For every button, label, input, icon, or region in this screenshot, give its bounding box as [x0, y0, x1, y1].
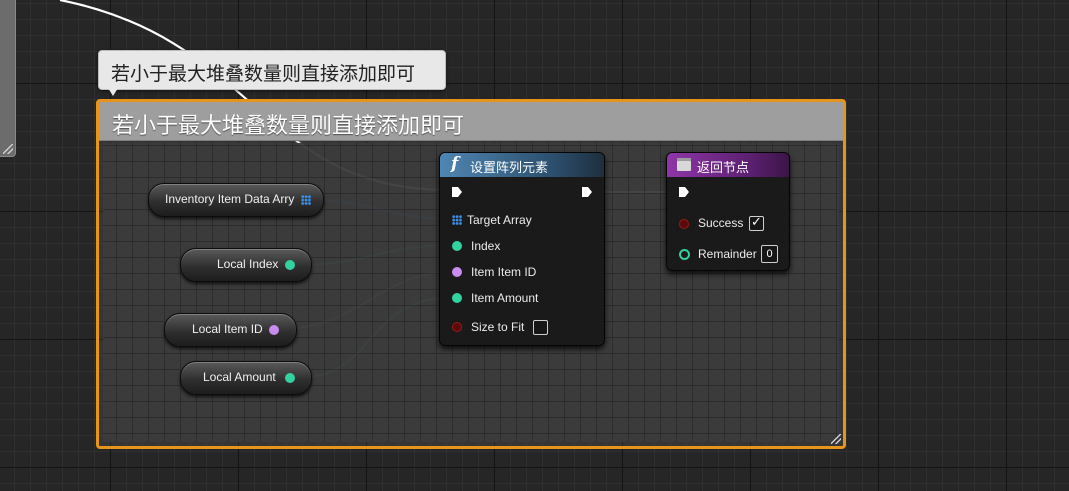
var-node-local-index[interactable]: Local Index	[180, 248, 312, 282]
var-node-label: Local Item ID	[192, 322, 263, 336]
resize-grip-icon[interactable]	[831, 434, 841, 444]
return-node-icon	[677, 158, 691, 171]
pin-label-target-array: Target Array	[467, 213, 532, 227]
bool-pin-icon[interactable]	[452, 322, 462, 332]
integer-pin-icon[interactable]	[285, 373, 295, 383]
resize-grip-icon[interactable]	[3, 144, 13, 154]
integer-pin-icon[interactable]	[452, 293, 462, 303]
size-to-fit-checkbox[interactable]	[533, 320, 548, 335]
array-pin-icon[interactable]	[452, 215, 462, 225]
node-header[interactable]: 返回节点	[667, 153, 789, 177]
integer-pin-icon[interactable]	[285, 260, 295, 270]
adjacent-comment-frame[interactable]	[0, 0, 16, 157]
exec-out-pin-icon[interactable]	[581, 186, 593, 198]
byte-pin-icon[interactable]	[452, 267, 462, 277]
remainder-value-input[interactable]: 0	[761, 245, 778, 263]
success-checkbox[interactable]	[749, 214, 764, 231]
comment-bubble-text: 若小于最大堆叠数量则直接添加即可	[111, 64, 416, 85]
node-title: 设置阵列元素	[470, 160, 549, 175]
byte-pin-icon[interactable]	[269, 325, 279, 335]
function-icon: f	[451, 154, 459, 174]
bool-pin-icon[interactable]	[679, 219, 689, 229]
var-node-local-amount[interactable]: Local Amount	[180, 361, 312, 395]
pin-label-item-item-id: Item Item ID	[471, 265, 537, 279]
comment-header[interactable]: 若小于最大堆叠数量则直接添加即可	[99, 102, 843, 141]
node-header[interactable]: f 设置阵列元素	[440, 153, 604, 177]
pin-label-remainder: Remainder	[698, 247, 757, 261]
array-pin-icon[interactable]	[301, 195, 311, 205]
pin-label-success: Success	[698, 216, 744, 230]
var-node-local-item-id[interactable]: Local Item ID	[164, 313, 297, 347]
set-array-elem-node[interactable]: f 设置阵列元素 Target Array Index Item Item ID…	[439, 152, 605, 346]
pin-label-size-to-fit: Size to Fit	[471, 320, 525, 334]
var-node-label: Local Index	[217, 257, 279, 271]
var-node-label: Local Amount	[203, 370, 276, 384]
comment-bubble[interactable]: 若小于最大堆叠数量则直接添加即可	[98, 50, 446, 90]
node-title: 返回节点	[697, 160, 750, 175]
exec-in-pin-icon[interactable]	[678, 186, 690, 198]
pin-label-item-amount: Item Amount	[471, 291, 539, 305]
integer-pin-icon[interactable]	[679, 249, 690, 260]
pin-label-index: Index	[471, 239, 501, 253]
exec-in-pin-icon[interactable]	[451, 186, 463, 198]
integer-pin-icon[interactable]	[452, 241, 462, 251]
comment-bubble-tail	[108, 88, 118, 96]
comment-header-text: 若小于最大堆叠数量则直接添加即可	[112, 113, 465, 138]
return-node[interactable]: 返回节点 Success Remainder 0	[666, 152, 790, 271]
var-node-label: Inventory Item Data Arry	[165, 192, 295, 206]
var-node-inventory-item-data-arry[interactable]: Inventory Item Data Arry	[148, 183, 324, 217]
